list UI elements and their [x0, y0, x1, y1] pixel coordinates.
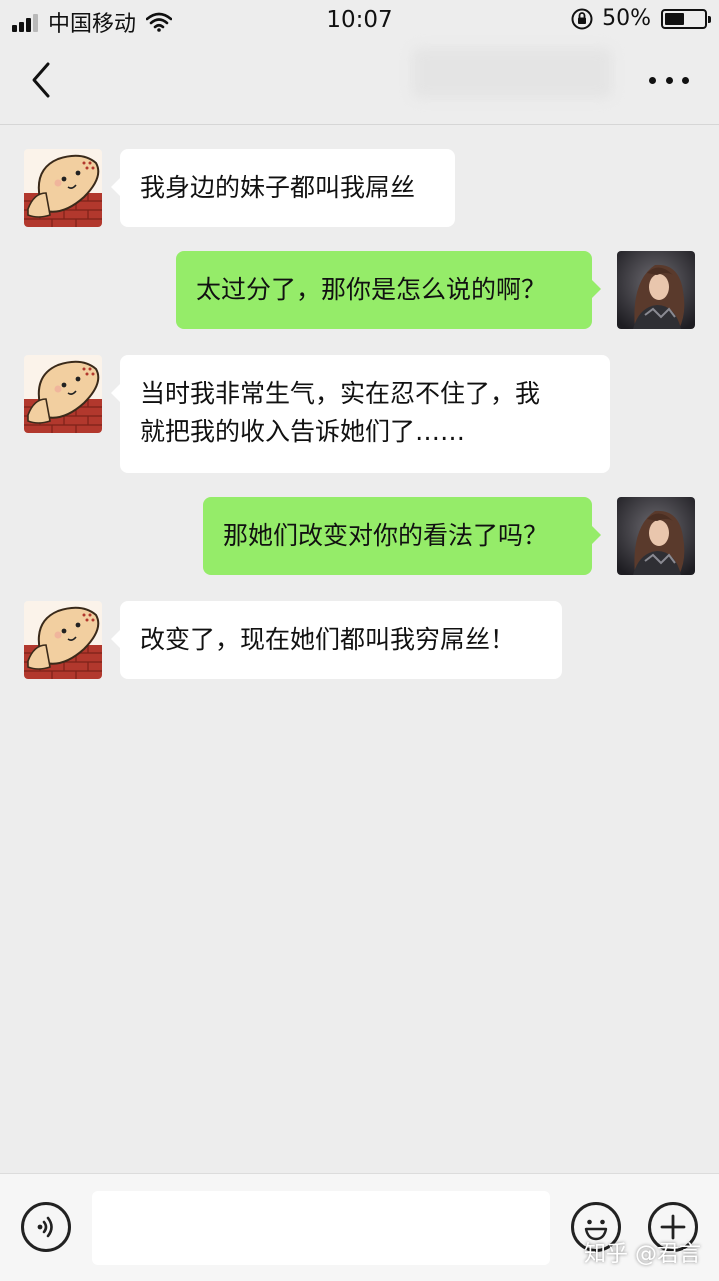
message-input[interactable]: [92, 1191, 550, 1265]
outgoing-message-bubble[interactable]: 太过分了，那你是怎么说的啊？: [176, 251, 601, 329]
user-photo-avatar[interactable]: [617, 251, 695, 329]
incoming-message-bubble[interactable]: 改变了，现在她们都叫我穷屌丝！: [111, 601, 562, 679]
incoming-message-bubble[interactable]: 当时我非常生气，实在忍不住了，我 就把我的收入告诉她们了……: [111, 355, 610, 473]
blurred-title: [412, 48, 612, 98]
battery-level: [665, 12, 684, 25]
user-photo-avatar[interactable]: [617, 497, 695, 575]
status-right: 50%: [570, 6, 711, 31]
cartoon-avatar[interactable]: [24, 355, 102, 433]
watermark: 知乎 @君言: [584, 1242, 701, 1267]
orientation-lock-icon: [571, 8, 593, 29]
voice-icon[interactable]: [21, 1202, 71, 1252]
cartoon-avatar[interactable]: [24, 149, 102, 227]
incoming-message-bubble[interactable]: 我身边的妹子都叫我屌丝: [111, 149, 455, 227]
chevron-left-icon[interactable]: [22, 58, 62, 102]
outgoing-message-bubble[interactable]: 那她们改变对你的看法了吗？: [203, 497, 601, 575]
more-dots-icon[interactable]: [649, 70, 689, 90]
battery-icon: [661, 8, 711, 29]
battery-percent: 50%: [602, 6, 651, 31]
chat-header: [0, 40, 719, 125]
status-bar: 中国移动 10:07 50%: [0, 0, 719, 40]
cartoon-avatar[interactable]: [24, 601, 102, 679]
